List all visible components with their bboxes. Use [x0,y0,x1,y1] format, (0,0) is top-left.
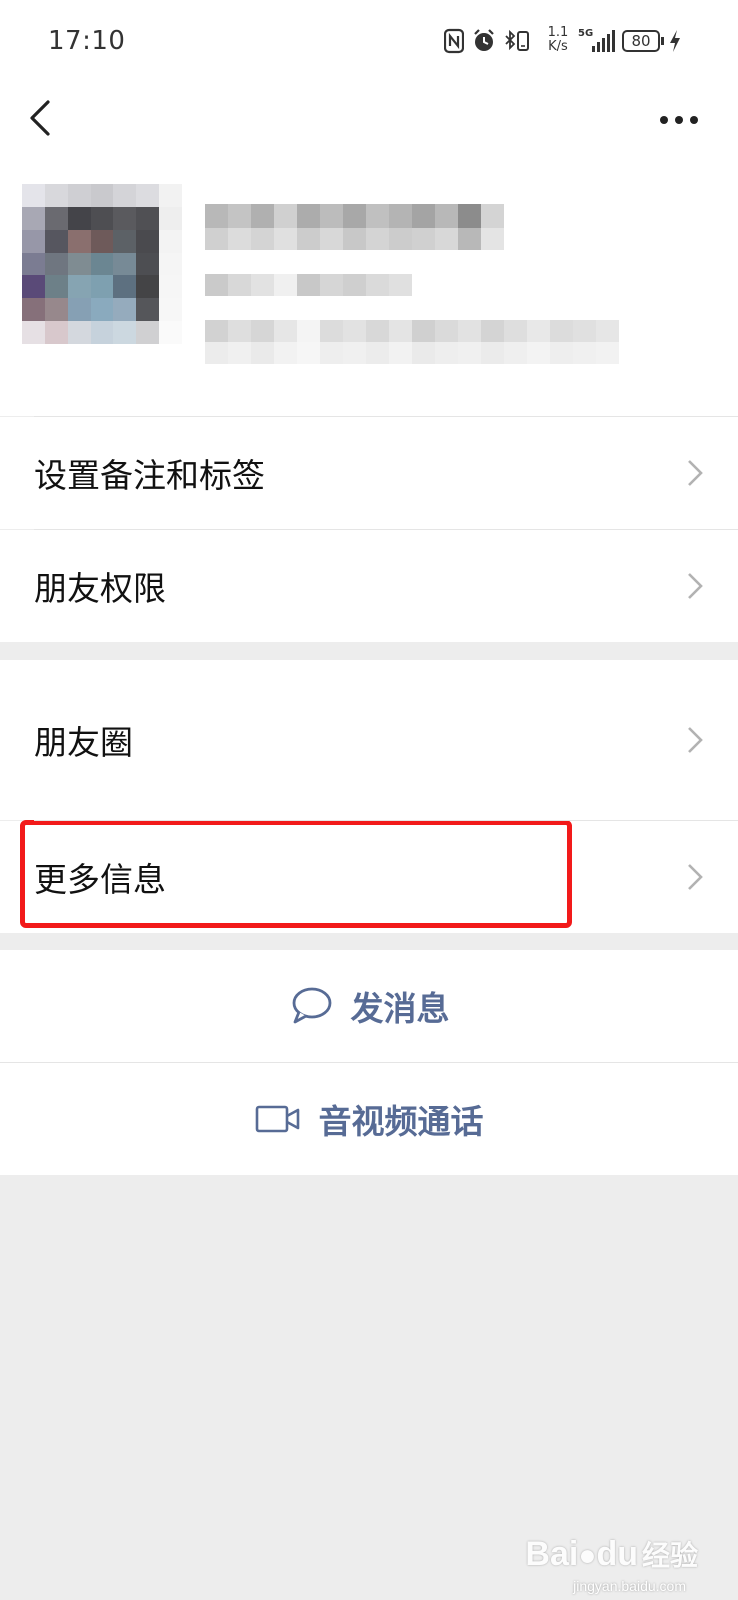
video-call-label: 音视频通话 [318,1102,484,1141]
chevron-right-icon [688,864,703,890]
battery-icon: 80 [622,30,660,52]
send-message-button[interactable]: 发消息 [0,950,738,1062]
row-label: 朋友圈 [34,723,133,762]
highlight-annotation-box [20,820,572,928]
alarm-icon [474,29,494,51]
signal-5g-icon: 5G [578,28,618,54]
chevron-right-icon [688,573,703,599]
battery-tip [661,37,664,45]
row-label: 朋友权限 [34,569,166,608]
watermark-brand2: du [596,1535,638,1573]
obscured-nickname [205,274,412,296]
baidu-watermark-logo: Bai●du 经验 [525,1534,698,1574]
watermark-brand3: 经验 [641,1540,698,1571]
avatar[interactable] [22,184,182,344]
video-call-button[interactable]: 音视频通话 [0,1063,738,1175]
nav-bar [0,82,738,162]
send-message-label: 发消息 [350,989,450,1028]
network-speed-unit: K/s [548,39,568,54]
paw-icon: ● [578,1539,597,1572]
row-set-remark-tags[interactable]: 设置备注和标签 [0,417,738,529]
divider [34,529,738,530]
row-friend-permissions[interactable]: 朋友权限 [0,530,738,642]
charging-icon [670,30,680,52]
divider [0,1062,738,1063]
chevron-right-icon [688,460,703,486]
profile-header [0,162,738,416]
divider [34,820,738,821]
row-label: 设置备注和标签 [34,456,265,495]
signal-label: 5G [578,28,594,39]
watermark-url: jingyan.baidu.com [573,1578,686,1594]
chevron-left-icon[interactable] [22,96,62,144]
watermark-brand: Bai [525,1535,579,1573]
obscured-region [205,342,619,364]
nfc-icon [444,28,464,54]
obscured-name [205,204,504,228]
status-time: 17:10 [48,26,126,56]
row-moments[interactable]: 朋友圈 [0,660,738,820]
obscured-name-line2 [205,228,504,250]
chevron-right-icon [688,727,703,753]
video-camera-icon [255,1105,299,1133]
network-speed: 1.1 K/s [543,26,573,54]
more-dots-icon[interactable] [656,102,702,138]
battery-level: 80 [631,32,651,50]
network-speed-value: 1.1 [547,25,569,40]
status-bar: 17:10 1.1 K/s 5G 80 [0,0,738,82]
obscured-wechat-id [205,320,619,342]
bluetooth-vibrate-icon [505,29,529,51]
chat-bubble-icon [292,987,331,1024]
